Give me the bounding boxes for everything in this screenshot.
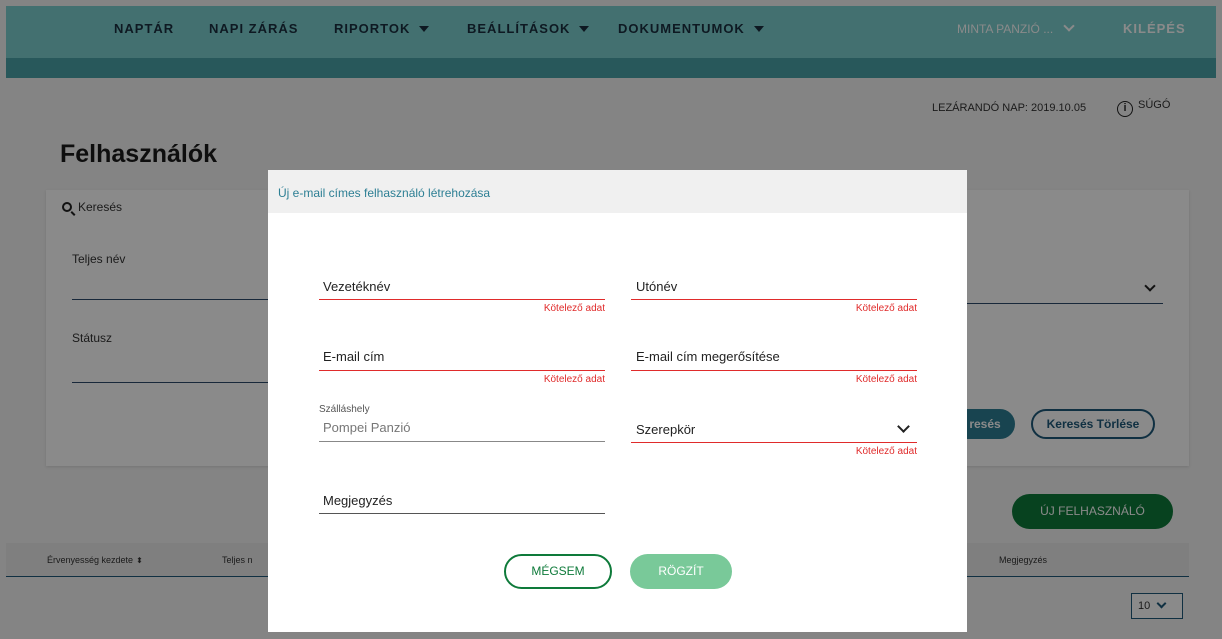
accommodation-underline <box>319 441 605 442</box>
email-confirm-input[interactable] <box>631 370 917 371</box>
role-required: Kötelező adat <box>855 446 917 457</box>
create-user-modal: Új e-mail címes felhasználó létrehozása … <box>268 170 967 632</box>
accommodation-value: Pompei Panzió <box>323 420 411 435</box>
last-name-required: Kötelező adat <box>543 303 605 314</box>
save-button[interactable]: RÖGZÍT <box>630 554 732 589</box>
first-name-required: Kötelező adat <box>855 303 917 314</box>
email-input[interactable] <box>319 370 605 371</box>
role-label: Szerepkör <box>636 422 696 437</box>
first-name-label: Utónév <box>636 279 678 294</box>
email-confirm-required: Kötelező adat <box>855 374 917 385</box>
first-name-input[interactable] <box>631 299 917 300</box>
note-label: Megjegyzés <box>323 493 393 508</box>
accommodation-label: Szálláshely <box>319 404 370 415</box>
last-name-input[interactable] <box>319 299 605 300</box>
email-required: Kötelező adat <box>543 374 605 385</box>
note-input[interactable] <box>319 513 605 514</box>
last-name-label: Vezetéknév <box>323 279 391 294</box>
email-label: E-mail cím <box>323 349 385 364</box>
email-confirm-label: E-mail cím megerősítése <box>636 349 780 364</box>
modal-header: Új e-mail címes felhasználó létrehozása <box>268 170 967 213</box>
role-select[interactable] <box>631 442 917 443</box>
modal-title: Új e-mail címes felhasználó létrehozása <box>278 186 491 200</box>
chevron-down-icon[interactable] <box>897 420 910 433</box>
cancel-button[interactable]: MÉGSEM <box>504 554 612 589</box>
